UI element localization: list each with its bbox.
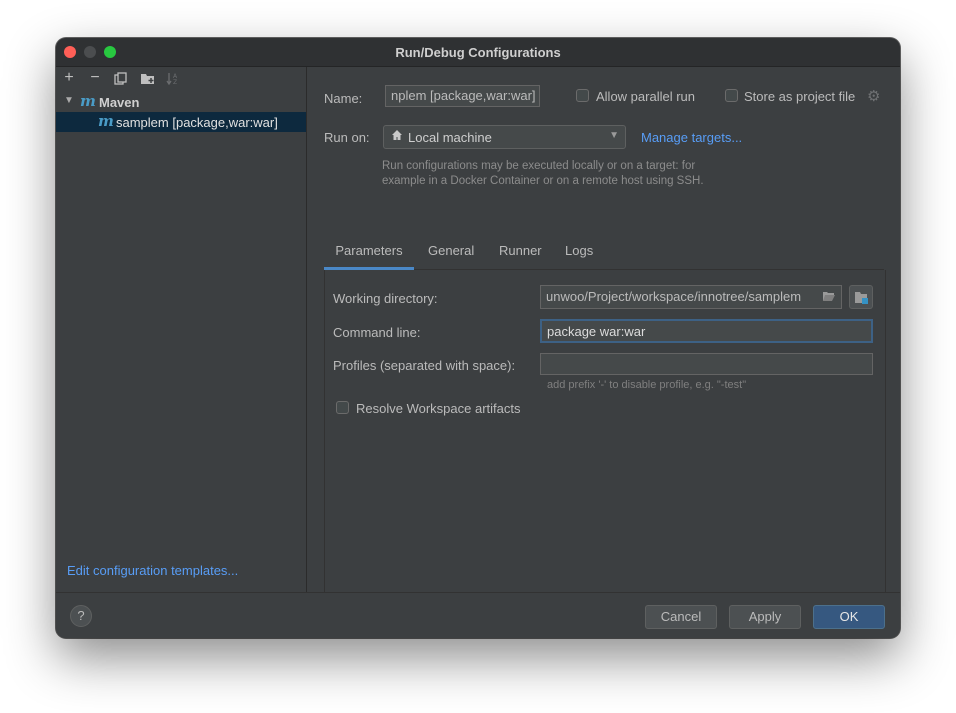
copy-icon[interactable] (111, 69, 129, 87)
folder-open-icon[interactable] (822, 290, 836, 305)
config-panel: Name: nplem [package,war:war] Allow para… (307, 67, 900, 622)
browse-button[interactable] (849, 285, 873, 309)
minimize-window-button[interactable] (84, 46, 96, 58)
command-line-field[interactable]: package war:war (540, 319, 873, 343)
cancel-button[interactable]: Cancel (645, 605, 717, 629)
apply-button[interactable]: Apply (729, 605, 801, 629)
add-icon[interactable]: + (60, 69, 78, 87)
chevron-down-icon[interactable]: ▼ (64, 95, 74, 106)
title-bar[interactable]: Run/Debug Configurations (56, 38, 900, 67)
window-title: Run/Debug Configurations (395, 44, 561, 60)
profiles-label: Profiles (separated with space): (333, 358, 516, 373)
command-line-label: Command line: (333, 325, 421, 340)
allow-parallel-checkbox[interactable] (576, 89, 589, 102)
resolve-workspace-checkbox[interactable] (336, 401, 349, 414)
tab-bar: Parameters General Runner Logs (324, 241, 884, 270)
home-icon (391, 129, 403, 144)
edit-templates-link[interactable]: Edit configuration templates... (67, 563, 238, 578)
working-dir-field[interactable]: unwoo/Project/workspace/innotree/samplem (540, 285, 842, 309)
tab-runner[interactable]: Runner (499, 241, 542, 267)
allow-parallel-label: Allow parallel run (596, 89, 695, 104)
help-button[interactable]: ? (70, 605, 92, 627)
profiles-field[interactable] (540, 353, 873, 375)
name-field[interactable]: nplem [package,war:war] (385, 85, 540, 107)
maven-icon: m (80, 92, 96, 110)
tree-group-label: Maven (99, 95, 140, 110)
working-dir-label: Working directory: (333, 291, 438, 306)
remove-icon[interactable]: − (86, 69, 104, 87)
maximize-window-button[interactable] (104, 46, 116, 58)
maven-icon: m (98, 112, 114, 130)
chevron-down-icon: ▼ (609, 130, 619, 141)
parameters-panel: Working directory: unwoo/Project/workspa… (324, 270, 886, 622)
profiles-hint: add prefix '-' to disable profile, e.g. … (547, 379, 747, 391)
sort-icon: AZ (164, 69, 182, 87)
tree-group-maven[interactable]: ▼ m Maven (56, 92, 306, 112)
working-dir-value: unwoo/Project/workspace/innotree/samplem (546, 289, 802, 304)
folder-icon (855, 292, 868, 304)
name-label: Name: (324, 91, 363, 106)
tab-logs[interactable]: Logs (565, 241, 593, 267)
ok-button[interactable]: OK (813, 605, 885, 629)
run-on-value: Local machine (408, 130, 492, 145)
run-on-select[interactable]: Local machine ▼ (383, 125, 626, 149)
tree-item-selected[interactable]: m samplem [package,war:war] (56, 112, 306, 132)
run-debug-dialog: Run/Debug Configurations + − AZ ▼ m Mave… (56, 38, 900, 638)
sidebar-toolbar: + − AZ (56, 67, 306, 89)
dialog-footer: ? Cancel Apply OK (56, 592, 900, 638)
new-folder-icon[interactable] (138, 69, 156, 87)
resolve-workspace-label: Resolve Workspace artifacts (356, 401, 521, 416)
close-window-button[interactable] (64, 46, 76, 58)
gear-icon[interactable]: ⚙ (867, 87, 880, 105)
tab-general[interactable]: General (428, 241, 474, 267)
svg-text:Z: Z (173, 79, 177, 85)
run-on-label: Run on: (324, 130, 370, 145)
sidebar: + − AZ ▼ m Maven m samplem [package,war:… (56, 67, 307, 592)
tab-parameters[interactable]: Parameters (324, 241, 414, 270)
run-on-hint: Run configurations may be executed local… (382, 160, 704, 187)
manage-targets-link[interactable]: Manage targets... (641, 130, 742, 145)
tree-item-label: samplem [package,war:war] (116, 115, 278, 130)
store-project-label: Store as project file (744, 89, 856, 104)
store-project-checkbox[interactable] (725, 89, 738, 102)
